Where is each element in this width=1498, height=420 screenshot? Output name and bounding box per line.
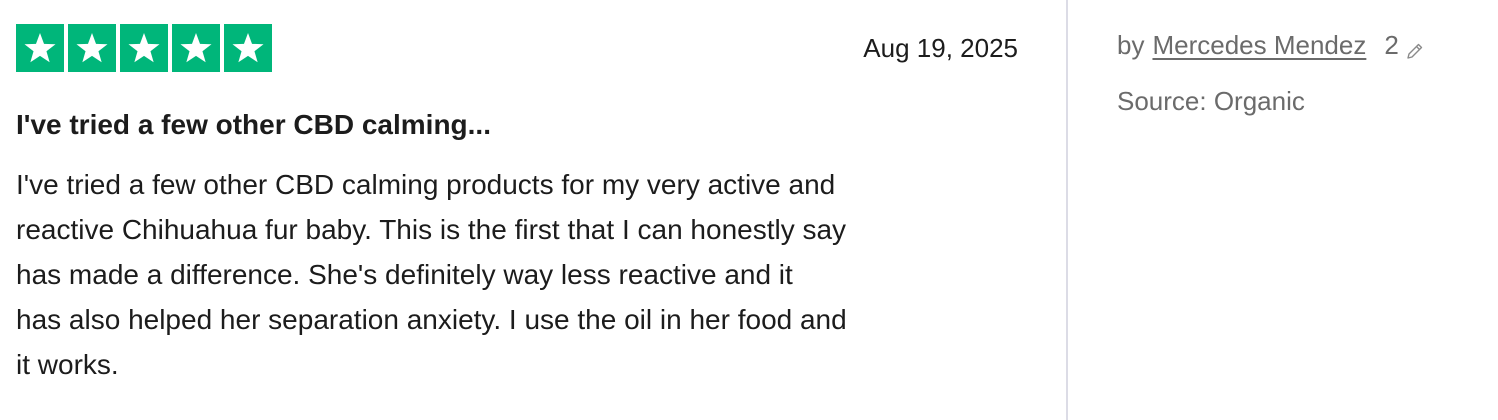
column-divider xyxy=(1066,0,1068,420)
review-source: Source: Organic xyxy=(1117,86,1305,116)
review-title: I've tried a few other CBD calming... xyxy=(16,109,491,140)
review-body: I've tried a few other CBD calming produ… xyxy=(16,162,1006,387)
review-body-line: I've tried a few other CBD calming produ… xyxy=(16,169,836,200)
author-link[interactable]: Mercedes Mendez xyxy=(1152,28,1366,62)
review-body-line: reactive Chihuahua fur baby. This is the… xyxy=(16,214,847,245)
star-4-icon xyxy=(172,24,220,72)
review-date: Aug 19, 2025 xyxy=(863,33,1018,63)
review-body-line: it works. xyxy=(16,349,119,380)
by-label: by xyxy=(1117,30,1145,60)
review-count: 2 xyxy=(1384,30,1399,60)
review-body-line: has also helped her separation anxiety. … xyxy=(16,304,847,335)
star-3-icon xyxy=(120,24,168,72)
star-2-icon xyxy=(68,24,116,72)
star-1-icon xyxy=(16,24,64,72)
review-meta: by Mercedes Mendez 2 Source: Organic xyxy=(1117,28,1487,118)
star-5-icon xyxy=(224,24,272,72)
review-card: Aug 19, 2025 I've tried a few other CBD … xyxy=(16,24,1018,404)
pencil-icon xyxy=(1405,35,1425,59)
byline: by Mercedes Mendez 2 xyxy=(1117,28,1487,62)
star-rating xyxy=(16,24,272,72)
review-body-line: has made a difference. She's definitely … xyxy=(16,259,793,290)
